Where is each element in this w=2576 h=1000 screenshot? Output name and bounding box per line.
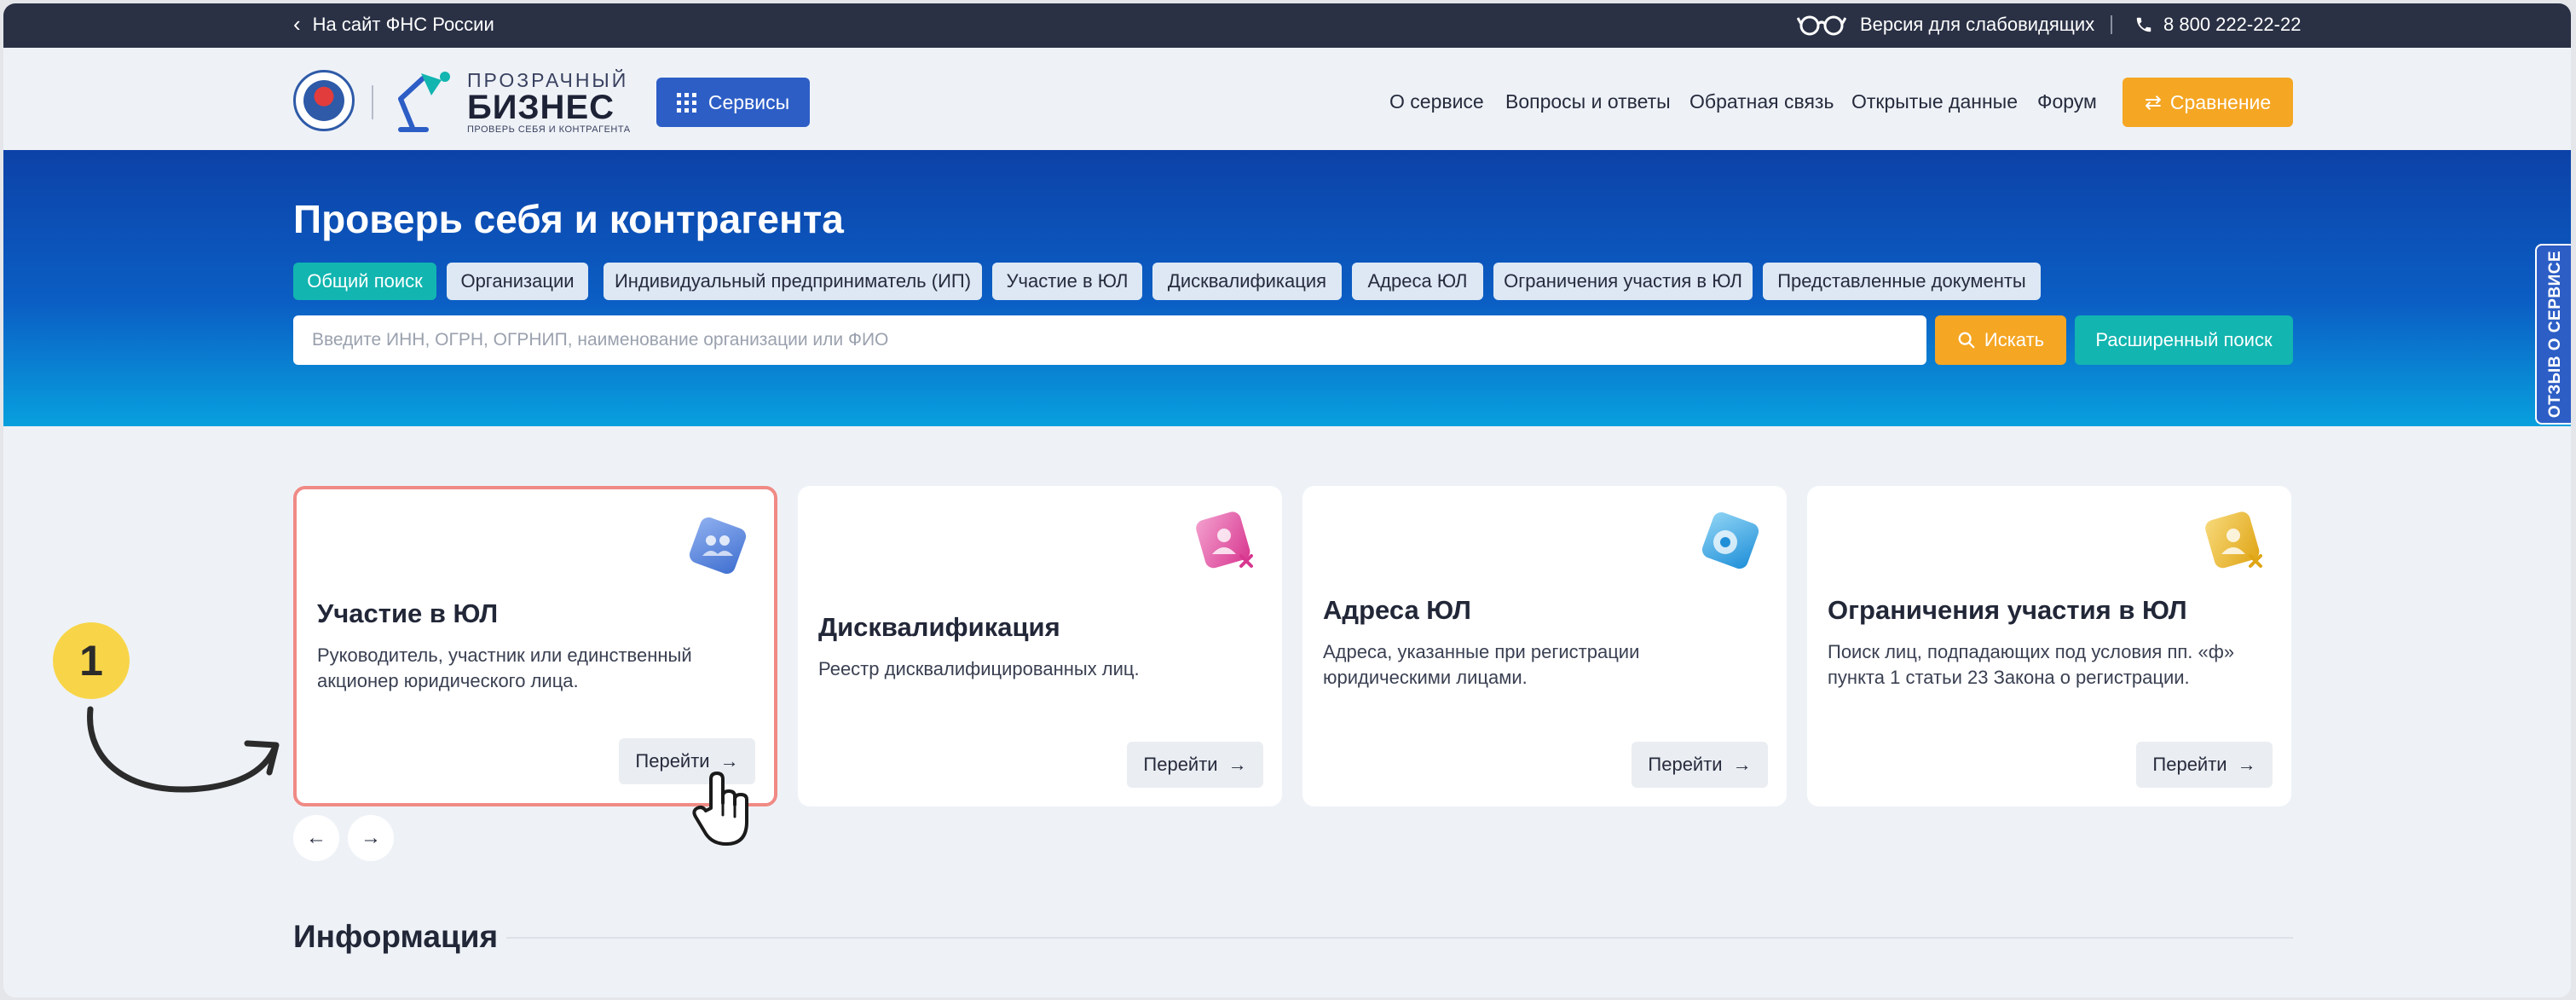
accessibility-label: Версия для слабовидящих xyxy=(1860,14,2095,35)
card-description: Руководитель, участник или единственный … xyxy=(317,645,692,691)
search-button-label: Искать xyxy=(1984,329,2045,350)
info-section-title: Информация xyxy=(293,919,499,954)
tab-disqualification[interactable]: Дисквалификация xyxy=(1152,263,1342,300)
nav-open-data[interactable]: Открытые данные xyxy=(1851,90,2018,113)
nav-faq[interactable]: Вопросы и ответы xyxy=(1505,90,1671,113)
tab-individual-entrepreneur[interactable]: Индивидуальный предприниматель (ИП) xyxy=(604,263,982,300)
glasses-icon xyxy=(1797,15,1846,36)
carousel-prev-button[interactable]: ← xyxy=(293,815,339,861)
browser-viewport: ‹ На сайт ФНС России Версия для слабовид… xyxy=(3,3,2571,997)
arrow-right-icon: → xyxy=(1732,754,1752,775)
arrow-left-icon: ← xyxy=(306,826,326,849)
card-description: Адреса, указанные при регистрации юридич… xyxy=(1323,641,1640,688)
go-button-label: Перейти xyxy=(2152,754,2227,775)
compare-label: Сравнение xyxy=(2169,90,2272,113)
person-x-icon xyxy=(2205,512,2262,569)
person-x-icon xyxy=(1196,512,1253,569)
nav-forum[interactable]: Форум xyxy=(2037,90,2097,113)
card-title: Дисквалификация xyxy=(818,612,1060,642)
compare-button[interactable]: ⇄ Сравнение xyxy=(2123,78,2293,127)
tab-organizations[interactable]: Организации xyxy=(447,263,588,300)
card-title: Ограничения участия в ЮЛ xyxy=(1828,595,2187,625)
feedback-tab-label: ОТЗЫВ О СЕРВИСЕ xyxy=(2546,250,2565,419)
go-button-label: Перейти xyxy=(635,750,710,772)
chevron-left-icon: ‹ xyxy=(293,11,301,37)
advanced-search-button[interactable]: Расширенный поиск xyxy=(2075,315,2293,365)
search-button[interactable]: Искать xyxy=(1935,315,2066,365)
logo-line1: ПРОЗРАЧНЫЙ xyxy=(467,69,629,91)
go-button[interactable]: Перейти → xyxy=(1632,742,1768,788)
tab-submitted-documents[interactable]: Представленные документы xyxy=(1763,263,2041,300)
card-title: Участие в ЮЛ xyxy=(317,598,499,628)
tab-general-search[interactable]: Общий поиск xyxy=(293,263,436,300)
carousel-next-button[interactable]: → xyxy=(348,815,394,861)
arrow-right-icon: → xyxy=(1227,754,1247,775)
nav-feedback[interactable]: Обратная связь xyxy=(1689,90,1834,113)
tab-addresses[interactable]: Адреса ЮЛ xyxy=(1352,263,1483,300)
accessibility-link[interactable]: Версия для слабовидящих xyxy=(1797,14,2094,36)
logo-tagline: ПРОВЕРЬ СЕБЯ И КОНТРАГЕНТА xyxy=(467,124,631,135)
curved-arrow-icon xyxy=(87,706,280,793)
fns-site-link-label: На сайт ФНС России xyxy=(312,14,494,35)
tab-participation[interactable]: Участие в ЮЛ xyxy=(992,263,1142,300)
search-hero: Проверь себя и контрагента Общий поиск О… xyxy=(3,150,2571,426)
card-description: Поиск лиц, подпадающих под условия пп. «… xyxy=(1828,641,2235,688)
go-button-label: Перейти xyxy=(1143,754,1218,775)
location-icon xyxy=(1701,512,1759,569)
card-addresses[interactable]: Адреса ЮЛ Адреса, указанные при регистра… xyxy=(1302,486,1787,806)
arrow-right-icon: → xyxy=(2237,754,2256,775)
card-disqualification[interactable]: Дисквалификация Реестр дисквалифицирован… xyxy=(798,486,1282,806)
arrow-right-icon: → xyxy=(719,750,739,772)
card-participation[interactable]: Участие в ЮЛ Руководитель, участник или … xyxy=(293,486,777,806)
info-divider xyxy=(506,937,2293,939)
people-icon xyxy=(689,517,747,575)
compare-icon: ⇄ xyxy=(2144,90,2162,114)
search-icon xyxy=(1958,332,1975,349)
card-restrictions[interactable]: Ограничения участия в ЮЛ Поиск лиц, подп… xyxy=(1807,486,2291,806)
card-title: Адреса ЮЛ xyxy=(1323,595,1471,625)
topbar-divider xyxy=(2111,15,2112,34)
tab-restrictions[interactable]: Ограничения участия в ЮЛ xyxy=(1493,263,1753,300)
phone-link[interactable]: 8 800 222-22-22 xyxy=(2134,14,2301,36)
service-feedback-tab[interactable]: ОТЗЫВ О СЕРВИСЕ xyxy=(2535,244,2571,425)
site-header: ПРОЗРАЧНЫЙ БИЗНЕС ПРОВЕРЬ СЕБЯ И КОНТРАГ… xyxy=(3,48,2571,150)
go-button[interactable]: Перейти → xyxy=(1127,742,1263,788)
step-number-badge: 1 xyxy=(53,622,130,699)
fns-site-link[interactable]: ‹ На сайт ФНС России xyxy=(293,11,494,37)
top-bar: ‹ На сайт ФНС России Версия для слабовид… xyxy=(3,3,2571,48)
hand-cursor-icon xyxy=(692,772,748,846)
phone-number: 8 800 222-22-22 xyxy=(2163,14,2302,35)
nav-about[interactable]: О сервисе xyxy=(1389,90,1484,113)
go-button[interactable]: Перейти → xyxy=(2136,742,2273,788)
page-title: Проверь себя и контрагента xyxy=(293,197,844,241)
go-button-label: Перейти xyxy=(1648,754,1723,775)
search-input[interactable] xyxy=(293,315,1926,365)
arrow-right-icon: → xyxy=(361,826,381,849)
card-description: Реестр дисквалифицированных лиц. xyxy=(818,658,1140,679)
phone-icon xyxy=(2136,17,2151,32)
